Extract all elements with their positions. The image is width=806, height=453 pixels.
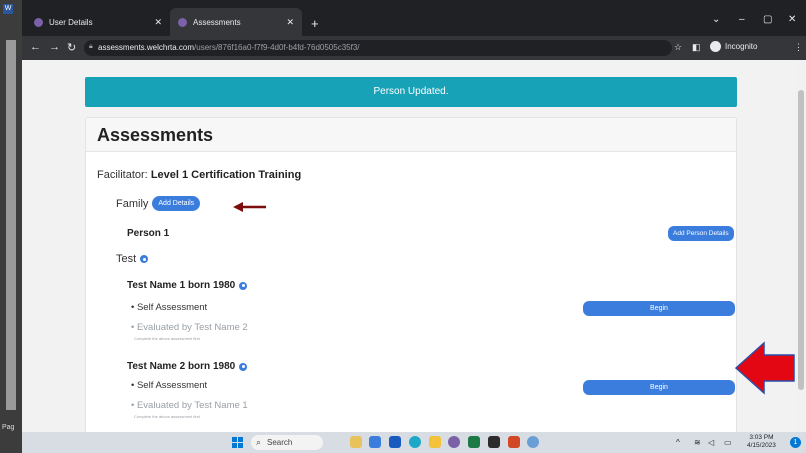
maximize-icon[interactable]: ▢ bbox=[763, 14, 772, 25]
back-arrow-icon[interactable]: ← bbox=[30, 41, 41, 53]
evaluated-by-item: • Evaluated by Test Name 2 bbox=[131, 322, 248, 333]
person-heading: Person 1 bbox=[127, 228, 170, 239]
word-icon[interactable] bbox=[389, 436, 401, 448]
url-host: assessments.welchrta.com bbox=[98, 43, 195, 52]
favicon-icon bbox=[34, 17, 43, 27]
subject-name: Test Name 2 born 1980 bbox=[127, 361, 236, 372]
close-icon[interactable]: ✕ bbox=[154, 17, 162, 28]
tray-chevron-icon[interactable]: ^ bbox=[676, 438, 680, 447]
url-path: /users/876f16a0-f7f9-4d0f-b4fd-76d0505c3… bbox=[194, 43, 360, 52]
family-row: Family Add Details bbox=[116, 196, 201, 211]
volume-icon[interactable]: ◁ bbox=[708, 438, 714, 447]
excel-icon[interactable] bbox=[468, 436, 480, 448]
acrobat-icon[interactable] bbox=[488, 436, 500, 448]
scrollbar-thumb[interactable] bbox=[798, 90, 804, 390]
meet-icon[interactable] bbox=[369, 436, 381, 448]
page-title: Assessments bbox=[86, 118, 736, 152]
host-app-strip: W Pag bbox=[0, 0, 22, 453]
kebab-menu-icon[interactable]: ⋮ bbox=[794, 42, 803, 53]
page-indicator: Pag bbox=[2, 424, 15, 431]
lock-icon[interactable]: 🔒︎ bbox=[89, 43, 93, 51]
facilitator-label: Facilitator: bbox=[97, 169, 148, 181]
annotation-arrow-large bbox=[734, 341, 795, 395]
clock[interactable]: 3:03 PM 4/15/2023 bbox=[747, 434, 776, 450]
clock-date: 4/15/2023 bbox=[747, 442, 776, 449]
subject-heading: Test Name 2 born 1980 bbox=[127, 361, 248, 372]
family-label: Family bbox=[116, 197, 149, 210]
chrome-alt-icon[interactable] bbox=[527, 436, 539, 448]
facilitator-value: Level 1 Certification Training bbox=[150, 169, 302, 181]
page-content: Person Updated. Assessments Facilitator:… bbox=[22, 60, 796, 432]
minimize-icon[interactable]: – bbox=[739, 14, 745, 25]
add-details-button[interactable]: Add Details bbox=[152, 196, 201, 211]
add-person-details-button[interactable]: Add Person Details bbox=[668, 226, 734, 241]
star-bookmark-icon[interactable]: ☆ bbox=[674, 42, 682, 53]
address-bar[interactable]: assessments.welchrta.com/users/876f16a0-… bbox=[84, 40, 672, 56]
gear-icon[interactable] bbox=[239, 281, 248, 290]
tab-assessments[interactable]: Assessments ✕ bbox=[170, 8, 302, 36]
chrome-icon[interactable] bbox=[448, 436, 460, 448]
reload-icon[interactable]: ↻ bbox=[67, 41, 76, 54]
success-alert: Person Updated. bbox=[85, 77, 737, 107]
side-panel-icon[interactable]: ◧ bbox=[692, 42, 701, 53]
facilitator-line: Facilitator: Level 1 Certification Train… bbox=[97, 169, 301, 181]
search-icon: ⌕ bbox=[256, 437, 262, 447]
subject-name: Test Name 1 born 1980 bbox=[127, 280, 236, 291]
test-label: Test bbox=[116, 253, 137, 265]
favicon-icon bbox=[178, 17, 187, 27]
page-scrollbar[interactable] bbox=[796, 60, 806, 432]
incognito-icon bbox=[710, 41, 721, 52]
evaluated-by-item: • Evaluated by Test Name 1 bbox=[131, 400, 248, 411]
search-label: Search bbox=[267, 438, 293, 447]
new-tab-plus-icon[interactable]: + bbox=[311, 16, 319, 31]
incognito-label: Incognito bbox=[725, 42, 758, 51]
browser-window: User Details ✕ Assessments ✕ + ⌄ – ▢ ✕ ←… bbox=[22, 0, 806, 432]
subject-heading: Test Name 1 born 1980 bbox=[127, 280, 248, 291]
window-close-icon[interactable]: ✕ bbox=[788, 14, 796, 25]
incognito-indicator[interactable]: Incognito bbox=[710, 41, 757, 52]
taskbar-search[interactable]: ⌕ Search bbox=[251, 435, 323, 450]
forward-arrow-icon[interactable]: → bbox=[49, 41, 60, 53]
tab-label: Assessments bbox=[193, 17, 241, 27]
hint-text: Complete the above assessment first bbox=[134, 336, 200, 341]
test-row: Test bbox=[116, 253, 149, 265]
self-assessment-item: • Self Assessment bbox=[131, 302, 208, 313]
gear-icon[interactable] bbox=[239, 362, 248, 371]
notification-badge[interactable]: 1 bbox=[790, 437, 801, 448]
assessments-card: Assessments Facilitator: Level 1 Certifi… bbox=[85, 117, 737, 432]
powerpoint-icon[interactable] bbox=[508, 436, 520, 448]
taskbar: ⌕ Search ^ ≋ ◁ ▭ 3:03 PM 4/15/2023 1 bbox=[22, 432, 806, 453]
tab-user-details[interactable]: User Details ✕ bbox=[26, 8, 170, 36]
clock-time: 3:03 PM bbox=[749, 434, 774, 441]
annotation-arrow-small bbox=[233, 202, 266, 212]
tab-search-chevron-icon[interactable]: ⌄ bbox=[712, 14, 720, 25]
battery-icon[interactable]: ▭ bbox=[724, 438, 732, 447]
begin-button[interactable]: Begin bbox=[583, 301, 735, 316]
close-icon[interactable]: ✕ bbox=[286, 17, 294, 28]
self-assessment-item: • Self Assessment bbox=[131, 380, 208, 391]
vertical-ruler bbox=[6, 40, 16, 410]
widgets-icon[interactable] bbox=[350, 436, 362, 448]
windows-start-icon[interactable] bbox=[232, 437, 243, 448]
tab-label: User Details bbox=[49, 17, 93, 27]
word-app-icon: W bbox=[3, 4, 13, 14]
file-explorer-icon[interactable] bbox=[429, 436, 441, 448]
edge-icon[interactable] bbox=[409, 436, 421, 448]
wifi-icon[interactable]: ≋ bbox=[694, 438, 701, 447]
gear-icon[interactable] bbox=[140, 255, 149, 263]
begin-button[interactable]: Begin bbox=[583, 380, 735, 395]
hint-text: Complete the above assessment first bbox=[134, 414, 200, 419]
